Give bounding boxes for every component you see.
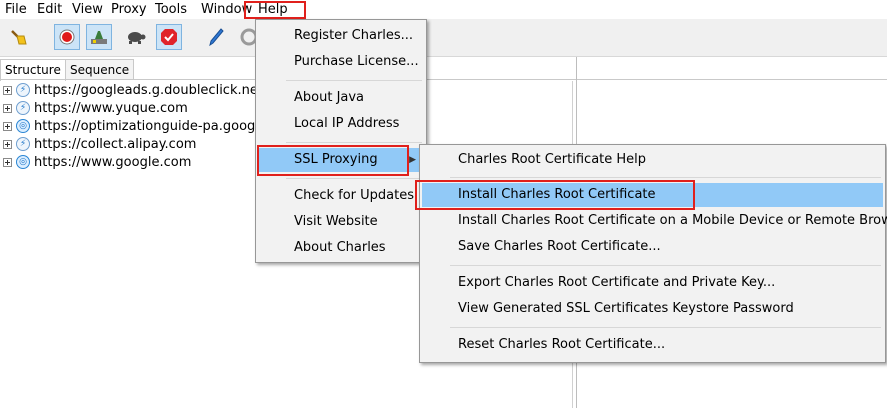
menu-item-install-mobile[interactable]: Install Charles Root Certificate on a Mo… bbox=[422, 209, 887, 233]
menu-separator bbox=[450, 265, 881, 266]
menu-item-export-root-cert[interactable]: Export Charles Root Certificate and Priv… bbox=[422, 271, 883, 295]
expand-icon[interactable] bbox=[3, 103, 12, 113]
menu-item-visit-website[interactable]: Visit Website bbox=[258, 210, 424, 234]
record-icon[interactable] bbox=[54, 24, 80, 50]
menu-item-save-root-cert[interactable]: Save Charles Root Certificate... bbox=[422, 235, 883, 259]
menubar: File Edit View Proxy Tools Window Help bbox=[0, 0, 887, 19]
globe-icon: ◎ bbox=[16, 155, 30, 169]
menu-item-label: Visit Website bbox=[294, 214, 378, 229]
detail-divider bbox=[577, 79, 887, 80]
menu-separator bbox=[286, 142, 422, 143]
menu-view[interactable]: View bbox=[72, 1, 103, 18]
expand-icon[interactable] bbox=[3, 157, 12, 167]
tree-item[interactable]: ◎ https://www.google.com bbox=[3, 153, 191, 171]
toolbar bbox=[0, 19, 887, 57]
breakpoint-check-icon[interactable] bbox=[156, 24, 182, 50]
help-menu-dropdown: Register Charles... Purchase License... … bbox=[255, 19, 427, 263]
menu-item-label: Purchase License... bbox=[294, 54, 419, 69]
menu-item-label: Reset Charles Root Certificate... bbox=[458, 337, 666, 352]
menu-item-label: Check for Updates bbox=[294, 188, 414, 203]
menu-item-label: Charles Root Certificate Help bbox=[458, 152, 647, 167]
menu-proxy[interactable]: Proxy bbox=[111, 1, 147, 18]
menu-separator bbox=[286, 80, 422, 81]
submenu-arrow-icon: ▶ bbox=[409, 155, 416, 165]
tree-item-label: https://www.google.com bbox=[34, 154, 192, 170]
menu-item-reset-root-cert[interactable]: Reset Charles Root Certificate... bbox=[422, 333, 883, 357]
bolt-icon: ⚡ bbox=[16, 101, 30, 115]
menu-item-check-updates[interactable]: Check for Updates bbox=[258, 184, 424, 208]
bolt-icon: ⚡ bbox=[16, 137, 30, 151]
tab-sequence[interactable]: Sequence bbox=[65, 59, 135, 80]
expand-icon[interactable] bbox=[3, 139, 12, 149]
turtle-icon[interactable] bbox=[122, 24, 148, 50]
menu-item-local-ip[interactable]: Local IP Address bbox=[258, 112, 424, 136]
menu-item-label: Register Charles... bbox=[294, 28, 414, 43]
menu-separator bbox=[450, 327, 881, 328]
menu-item-label: About Charles bbox=[294, 240, 386, 255]
tree-item-label: https://www.yuque.com bbox=[34, 100, 188, 116]
globe-icon: ◎ bbox=[16, 119, 30, 133]
menu-item-about-java[interactable]: About Java bbox=[258, 86, 424, 110]
menu-item-purchase-license[interactable]: Purchase License... bbox=[258, 50, 424, 74]
menu-edit[interactable]: Edit bbox=[37, 1, 62, 18]
menu-item-register[interactable]: Register Charles... bbox=[258, 24, 424, 48]
menu-tools[interactable]: Tools bbox=[155, 1, 187, 18]
menu-item-view-keystore-password[interactable]: View Generated SSL Certificates Keystore… bbox=[422, 297, 883, 321]
menu-item-label: Export Charles Root Certificate and Priv… bbox=[458, 275, 776, 290]
menu-item-label: Install Charles Root Certificate bbox=[458, 187, 656, 202]
bolt-icon: ⚡ bbox=[16, 83, 30, 97]
menu-window[interactable]: Window bbox=[201, 1, 252, 18]
menu-item-label: Save Charles Root Certificate... bbox=[458, 239, 661, 254]
menu-item-label: Install Charles Root Certificate on a Mo… bbox=[458, 213, 887, 228]
pen-icon[interactable] bbox=[203, 24, 229, 50]
tree-item-label: https://googleads.g.doubleclick.net bbox=[34, 82, 263, 98]
tree-item[interactable]: ⚡ https://www.yuque.com bbox=[3, 99, 188, 117]
menu-item-label: Local IP Address bbox=[294, 116, 400, 131]
expand-icon[interactable] bbox=[3, 85, 12, 95]
menu-item-label: SSL Proxying bbox=[294, 152, 378, 167]
tree-item[interactable]: ⚡ https://googleads.g.doubleclick.net bbox=[3, 81, 263, 99]
menu-item-install-root-cert[interactable]: Install Charles Root Certificate bbox=[422, 183, 883, 207]
tree-item-label: https://collect.alipay.com bbox=[34, 136, 197, 152]
throttle-icon[interactable] bbox=[86, 24, 112, 50]
menu-separator bbox=[286, 178, 422, 179]
menu-item-about-charles[interactable]: About Charles bbox=[258, 236, 424, 260]
menu-separator bbox=[450, 177, 881, 178]
menu-item-label: View Generated SSL Certificates Keystore… bbox=[458, 301, 794, 316]
menu-help[interactable]: Help bbox=[258, 1, 288, 18]
tab-structure[interactable]: Structure bbox=[0, 59, 66, 81]
menu-item-label: About Java bbox=[294, 90, 365, 105]
menu-file[interactable]: File bbox=[5, 1, 27, 18]
menu-item-ssl-proxying[interactable]: SSL Proxying ▶ bbox=[258, 148, 424, 172]
menu-item-root-cert-help[interactable]: Charles Root Certificate Help bbox=[422, 148, 883, 172]
ssl-proxying-submenu: Charles Root Certificate Help Install Ch… bbox=[419, 144, 887, 363]
broom-icon[interactable] bbox=[6, 24, 32, 50]
expand-icon[interactable] bbox=[3, 121, 12, 131]
tree-item[interactable]: ⚡ https://collect.alipay.com bbox=[3, 135, 196, 153]
